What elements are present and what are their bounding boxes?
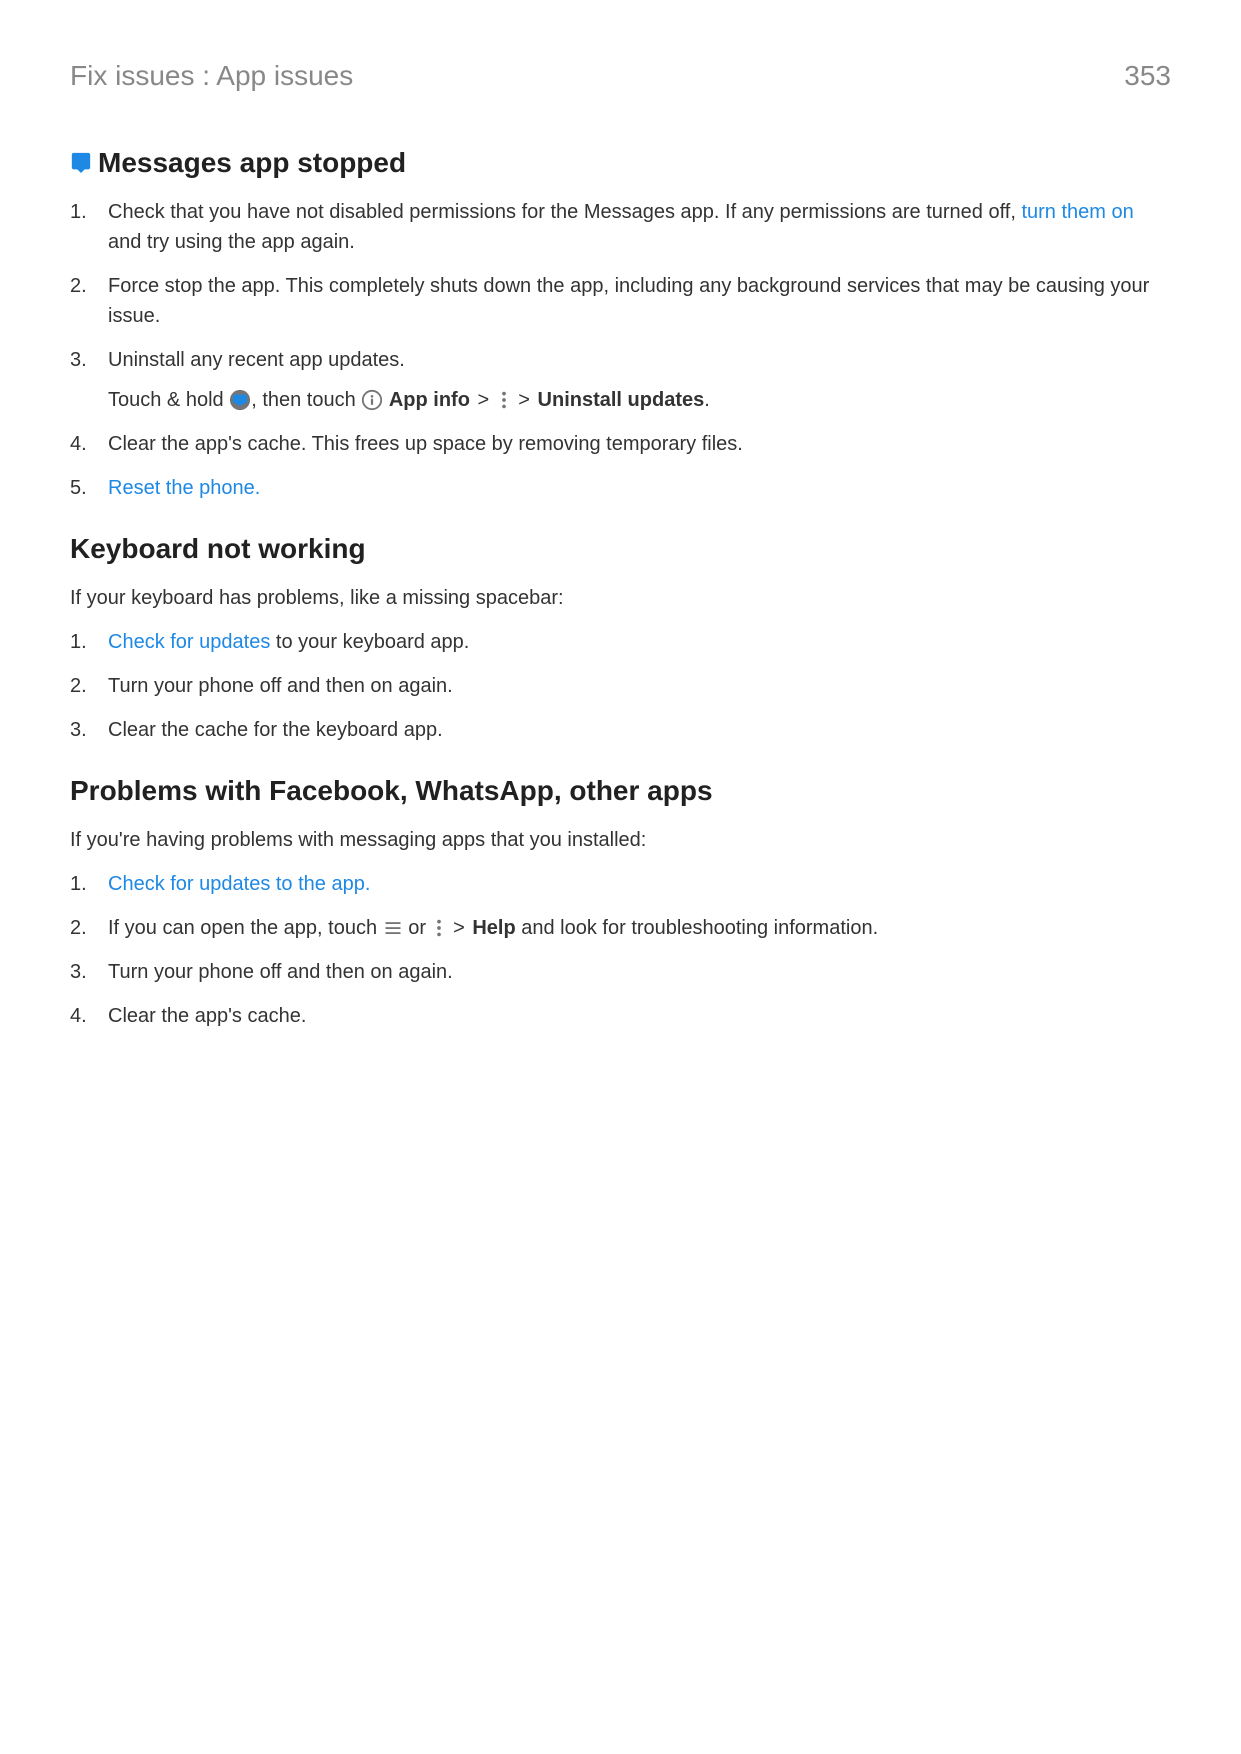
page: Fix issues : App issues 353 Messages app… — [0, 0, 1241, 1754]
item-text: and look for troubleshooting information… — [516, 917, 878, 939]
item-number: 4. — [70, 1001, 100, 1031]
app-info-label: App info — [389, 389, 470, 411]
page-header: Fix issues : App issues 353 — [70, 60, 1171, 92]
uninstall-updates-label: Uninstall updates — [538, 389, 705, 411]
section2-intro: If your keyboard has problems, like a mi… — [70, 583, 1171, 613]
section3-list: 1. Check for updates to the app. 2. If y… — [70, 869, 1171, 1031]
item-text: Force stop the app. This completely shut… — [108, 275, 1149, 327]
chevron-right-text: > — [470, 389, 497, 411]
uninstall-updates-instruction: Touch & hold , then touch App info > > U… — [108, 385, 1171, 415]
section-heading-keyboard: Keyboard not working — [70, 533, 1171, 565]
item-text: Touch & hold — [108, 389, 229, 411]
item-text: to your keyboard app. — [270, 631, 469, 653]
item-number: 2. — [70, 271, 100, 301]
item-number: 3. — [70, 715, 100, 745]
messages-app-icon — [229, 389, 251, 411]
item-text: Turn your phone off and then on again. — [108, 675, 453, 697]
list-item: 1. Check for updates to the app. — [70, 869, 1171, 899]
section-heading-messages-stopped: Messages app stopped — [70, 147, 1171, 179]
help-label: Help — [472, 917, 515, 939]
list-item: 3. Uninstall any recent app updates. Tou… — [70, 345, 1171, 415]
item-number: 1. — [70, 627, 100, 657]
item-number: 1. — [70, 197, 100, 227]
item-text: Clear the app's cache. — [108, 1005, 306, 1027]
item-text: Uninstall any recent app updates. — [108, 349, 405, 371]
section-heading-text: Messages app stopped — [98, 147, 406, 178]
section2-list: 1. Check for updates to your keyboard ap… — [70, 627, 1171, 745]
section3-intro: If you're having problems with messaging… — [70, 825, 1171, 855]
item-text: Clear the cache for the keyboard app. — [108, 719, 443, 741]
item-number: 2. — [70, 671, 100, 701]
more-vert-icon — [497, 389, 511, 411]
item-text: If you can open the app, touch — [108, 917, 383, 939]
item-number: 2. — [70, 913, 100, 943]
item-text: . — [704, 389, 710, 411]
info-circle-icon — [361, 389, 383, 411]
turn-them-on-link[interactable]: turn them on — [1021, 201, 1133, 223]
list-item: 1. Check for updates to your keyboard ap… — [70, 627, 1171, 657]
chevron-right-text: > — [446, 917, 473, 939]
section-heading-other-apps: Problems with Facebook, WhatsApp, other … — [70, 775, 1171, 807]
item-number: 5. — [70, 473, 100, 503]
messages-app-icon — [70, 151, 92, 173]
list-item: 3. Clear the cache for the keyboard app. — [70, 715, 1171, 745]
check-for-updates-app-link[interactable]: Check for updates to the app. — [108, 873, 370, 895]
more-vert-icon — [432, 917, 446, 939]
section1-list: 1. Check that you have not disabled perm… — [70, 197, 1171, 503]
item-text: or — [403, 917, 432, 939]
list-item: 2. If you can open the app, touch or > H… — [70, 913, 1171, 943]
list-item: 4. Clear the app's cache. This frees up … — [70, 429, 1171, 459]
reset-the-phone-link[interactable]: Reset the phone. — [108, 477, 260, 499]
item-number: 3. — [70, 345, 100, 375]
hamburger-menu-icon — [383, 918, 403, 938]
list-item: 5. Reset the phone. — [70, 473, 1171, 503]
item-text: and try using the app again. — [108, 231, 355, 253]
list-item: 4. Clear the app's cache. — [70, 1001, 1171, 1031]
list-item: 2. Turn your phone off and then on again… — [70, 671, 1171, 701]
item-number: 4. — [70, 429, 100, 459]
item-text: , then touch — [251, 389, 361, 411]
check-for-updates-link[interactable]: Check for updates — [108, 631, 270, 653]
item-text: Check that you have not disabled permiss… — [108, 201, 1021, 223]
item-text: Turn your phone off and then on again. — [108, 961, 453, 983]
item-text: Clear the app's cache. This frees up spa… — [108, 433, 743, 455]
list-item: 2. Force stop the app. This completely s… — [70, 271, 1171, 331]
chevron-right-text: > — [511, 389, 538, 411]
page-number: 353 — [1124, 60, 1171, 92]
item-number: 1. — [70, 869, 100, 899]
list-item: 3. Turn your phone off and then on again… — [70, 957, 1171, 987]
item-number: 3. — [70, 957, 100, 987]
breadcrumb: Fix issues : App issues — [70, 60, 353, 92]
list-item: 1. Check that you have not disabled perm… — [70, 197, 1171, 257]
